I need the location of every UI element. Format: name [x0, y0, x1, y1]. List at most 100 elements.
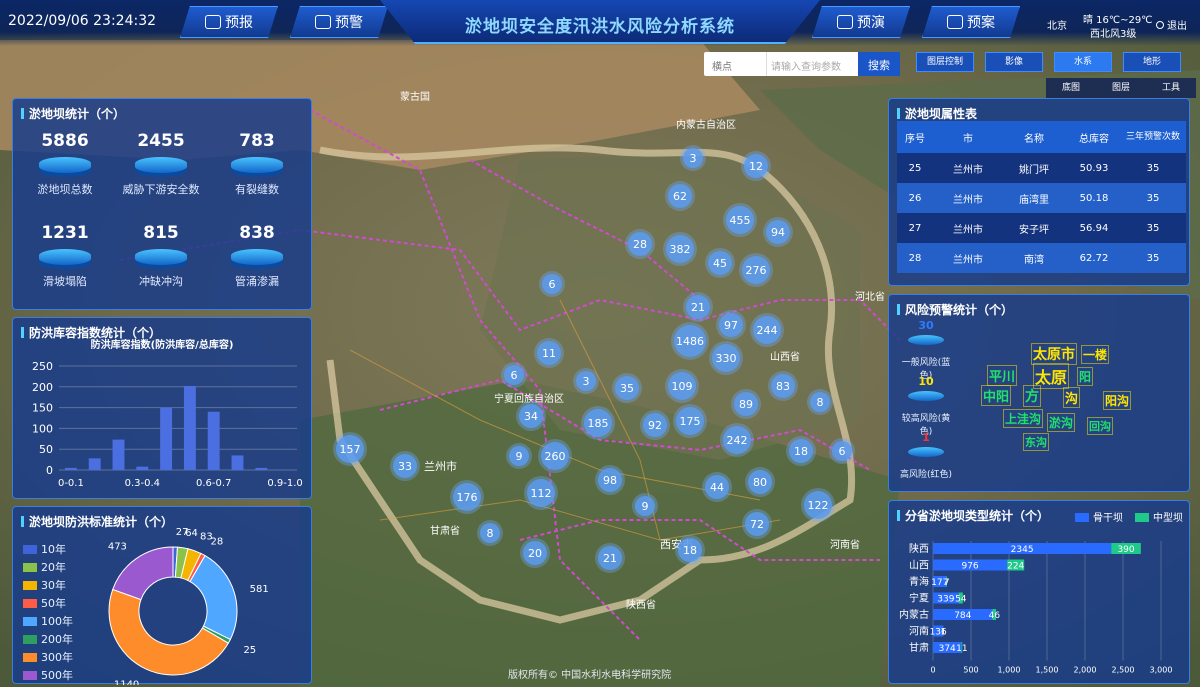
- y-tick-label: 250: [32, 360, 53, 373]
- nav-warning-button[interactable]: 预警: [290, 6, 388, 38]
- map-cluster-marker[interactable]: 21: [683, 292, 713, 322]
- map-cluster-marker[interactable]: 18: [675, 535, 705, 565]
- map-cluster-marker[interactable]: 18: [786, 436, 816, 466]
- map-cluster-marker[interactable]: 244: [750, 313, 784, 347]
- map-cluster-marker[interactable]: 35: [612, 373, 642, 403]
- map-cluster-marker[interactable]: 185: [581, 406, 615, 440]
- y-category-label: 陕西: [909, 542, 929, 555]
- map-cluster-marker[interactable]: 1486: [671, 322, 709, 360]
- map-cluster-marker[interactable]: 44: [702, 472, 732, 502]
- attribute-table: 序号 市 名称 总库容 三年预警次数 25 兰州市 姚门坪 50.93 35 26 兰州市…: [897, 121, 1186, 273]
- y-category-label: 山西: [909, 560, 929, 572]
- cloud-word: 平川: [987, 365, 1018, 386]
- bar: [112, 439, 125, 470]
- map-cluster-marker[interactable]: 330: [709, 341, 743, 375]
- x-tick-label: 0-0.1: [58, 478, 84, 489]
- map-cluster-marker[interactable]: 33: [390, 451, 420, 481]
- map-cluster-marker[interactable]: 276: [739, 253, 773, 287]
- map-cluster-marker[interactable]: 455: [723, 203, 757, 237]
- map-cluster-marker[interactable]: 176: [450, 480, 484, 514]
- map-cluster-marker[interactable]: 98: [595, 465, 625, 495]
- search-button[interactable]: 搜索: [858, 52, 900, 76]
- map-cluster-marker[interactable]: 242: [720, 423, 754, 457]
- nav-rehearsal-button[interactable]: 预演: [812, 6, 910, 38]
- map-cluster-marker[interactable]: 83: [768, 371, 798, 401]
- logout-button[interactable]: 退出: [1156, 17, 1187, 32]
- map-cluster-count: 9: [516, 450, 523, 463]
- map-cluster-marker[interactable]: 157: [333, 432, 367, 466]
- bar-value-label: 339: [937, 595, 954, 605]
- legend-label: 30年: [41, 579, 66, 592]
- map-cluster-marker[interactable]: 28: [625, 229, 655, 259]
- map-cluster-marker[interactable]: 6: [829, 438, 855, 464]
- map-cluster-marker[interactable]: 6: [539, 271, 565, 297]
- legend-label: 500年: [41, 669, 73, 682]
- map-cluster-marker[interactable]: 382: [663, 232, 697, 266]
- map-cluster-marker[interactable]: 8: [477, 520, 503, 546]
- map-cluster-marker[interactable]: 6: [501, 362, 527, 388]
- table-row[interactable]: 25 兰州市 姚门坪 50.93 35: [897, 153, 1186, 183]
- map-cluster-marker[interactable]: 9: [506, 443, 532, 469]
- map-cluster-marker[interactable]: 72: [742, 509, 772, 539]
- map-cluster-marker[interactable]: 9: [632, 493, 658, 519]
- map-cluster-marker[interactable]: 45: [705, 248, 735, 278]
- map-cluster-count: 3: [583, 375, 590, 388]
- map-cluster-marker[interactable]: 62: [665, 181, 695, 211]
- tab-water[interactable]: 水系: [1054, 52, 1112, 72]
- forecast-icon: [205, 15, 221, 29]
- nav-forecast-button[interactable]: 预报: [180, 6, 278, 38]
- map-cluster-marker[interactable]: 122: [801, 488, 835, 522]
- map-cluster-marker[interactable]: 3: [573, 368, 599, 394]
- map-cluster-count: 80: [753, 476, 767, 489]
- tab-imagery[interactable]: 影像: [985, 52, 1043, 72]
- table-row[interactable]: 28 兰州市 南湾 62.72 35: [897, 243, 1186, 273]
- tab-layer-control[interactable]: 图层控制: [916, 52, 974, 72]
- map-label-henan: 河南省: [830, 538, 860, 551]
- map-cluster-marker[interactable]: 112: [524, 476, 558, 510]
- title-banner: 淤地坝安全度汛洪水风险分析系统: [380, 0, 820, 44]
- map-cluster-marker[interactable]: 12: [741, 151, 771, 181]
- legend-swatch: [1135, 513, 1149, 522]
- map-cluster-marker[interactable]: 11: [534, 338, 564, 368]
- map-cluster-marker[interactable]: 109: [665, 369, 699, 403]
- x-tick-label: 500: [963, 666, 978, 675]
- cloud-word: 上洼沟: [1003, 409, 1044, 428]
- legend-label: 骨干坝: [1093, 512, 1123, 524]
- map-cluster-marker[interactable]: 3: [680, 145, 706, 171]
- tools-button[interactable]: 工具: [1162, 78, 1180, 98]
- table-row[interactable]: 26 兰州市 庙湾里 50.18 35: [897, 183, 1186, 213]
- map-cluster-marker[interactable]: 94: [763, 217, 793, 247]
- map-label-mongolia: 蒙古国: [400, 90, 430, 103]
- search-input[interactable]: 请输入查询参数: [766, 52, 858, 76]
- map-cluster-count: 455: [730, 214, 751, 227]
- map-cluster-marker[interactable]: 175: [673, 404, 707, 438]
- attribute-panel: 淤地坝属性表 序号 市 名称 总库容 三年预警次数 25 兰州市 姚门坪 50.93 3…: [888, 98, 1190, 286]
- map-cluster-marker[interactable]: 80: [745, 467, 775, 497]
- panel-title: 淤地坝属性表: [897, 105, 977, 122]
- map-cluster-marker[interactable]: 92: [640, 410, 670, 440]
- standard-panel: 淤地坝防洪标准统计（个） 10年 20年 30年 50年 100年 200年 300年 500…: [12, 506, 312, 685]
- map-cluster-marker[interactable]: 89: [731, 389, 761, 419]
- slice-label: 25: [243, 645, 256, 656]
- y-tick-label: 200: [32, 381, 53, 394]
- nav-plan-button[interactable]: 预案: [922, 6, 1020, 38]
- y-category-label: 内蒙古: [899, 608, 929, 621]
- map-cluster-marker[interactable]: 20: [520, 538, 550, 568]
- map-cluster-marker[interactable]: 97: [716, 310, 746, 340]
- map-cluster-marker[interactable]: 260: [538, 439, 572, 473]
- x-tick-label: 1,500: [1036, 666, 1059, 675]
- province-panel: 分省淤地坝类型统计（个） 骨干坝 中型坝 0 500 1,000 1,500 2,000 2,…: [888, 500, 1190, 684]
- layers-button[interactable]: 图层: [1112, 78, 1130, 98]
- map-cluster-count: 157: [340, 443, 361, 456]
- cloud-word: 阳沟: [1103, 391, 1132, 410]
- search-type-select[interactable]: 横点: [704, 52, 766, 76]
- map-cluster-marker[interactable]: 34: [516, 401, 546, 431]
- map-cluster-marker[interactable]: 21: [595, 543, 625, 573]
- table-row[interactable]: 27 兰州市 安子坪 56.94 35: [897, 213, 1186, 243]
- map-cluster-count: 98: [603, 474, 617, 487]
- basemap-button[interactable]: 底图: [1062, 78, 1080, 98]
- bar: [160, 407, 173, 470]
- map-cluster-count: 35: [620, 382, 634, 395]
- map-cluster-marker[interactable]: 8: [807, 389, 833, 415]
- tab-terrain[interactable]: 地形: [1123, 52, 1181, 72]
